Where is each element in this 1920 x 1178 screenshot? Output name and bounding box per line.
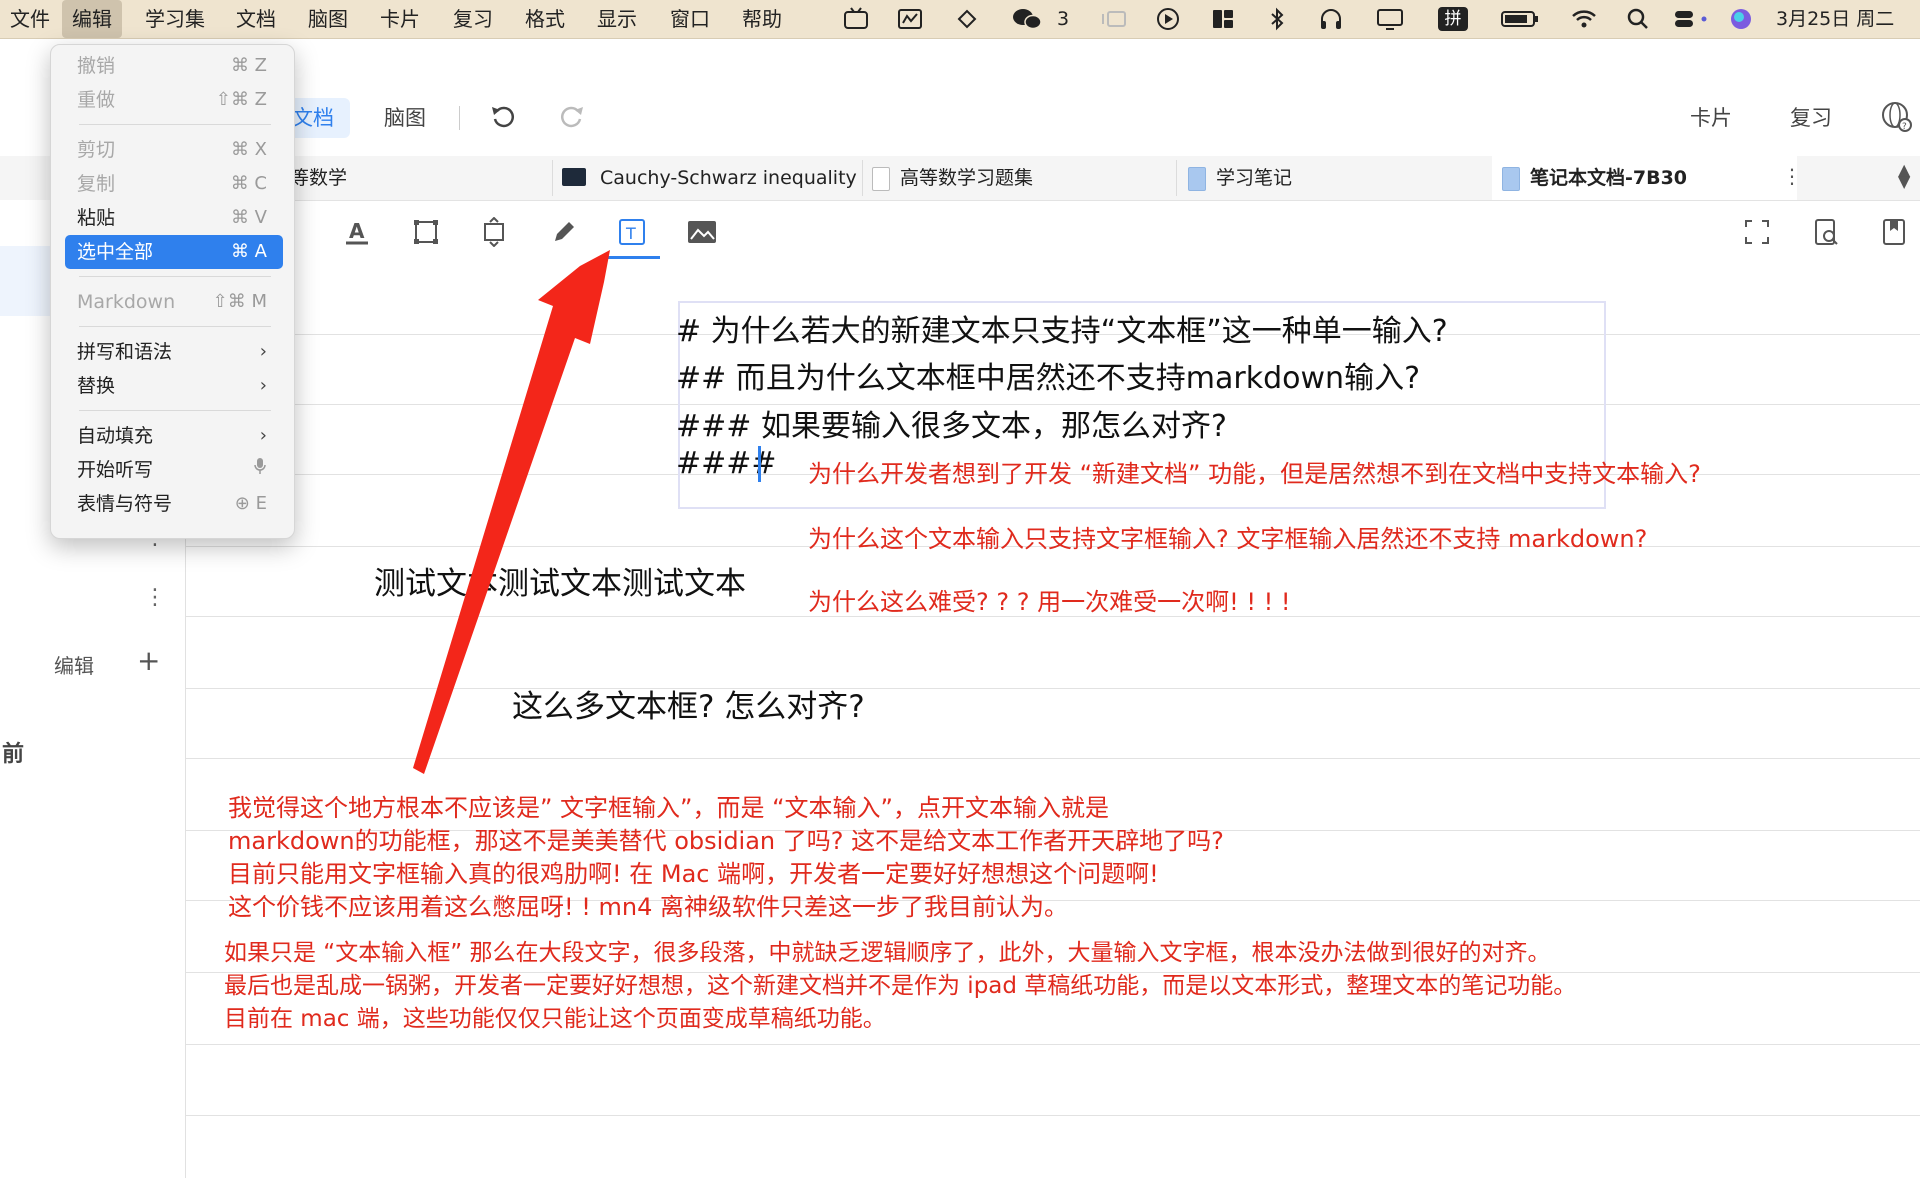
menu-cut-label: 剪切 [77,139,116,161]
menu-item-paste[interactable]: 粘贴 ⌘ V [65,201,283,235]
menu-item-markdown[interactable]: Markdown ⇧⌘ M [65,285,283,319]
menu-separator [79,124,271,125]
menu-spelling-label: 拼写和语法 [77,341,173,363]
menu-item-copy[interactable]: 复制 ⌘ C [65,167,283,201]
menu-substitutions-label: 替换 [77,375,116,397]
menu-copy-label: 复制 [77,173,116,195]
menu-markdown-shortcut: ⇧⌘ M [212,291,267,312]
menu-item-spelling[interactable]: 拼写和语法 › [65,335,283,369]
menu-item-dictation[interactable]: 开始听写 [65,453,283,487]
globe-icon: ⊕ [234,493,250,514]
menu-redo-shortcut: ⇧⌘ Z [215,89,267,110]
menu-item-autofill[interactable]: 自动填充 › [65,419,283,453]
menu-paste-label: 粘贴 [77,207,116,229]
menu-emoji-key: E [255,493,267,514]
menu-item-cut[interactable]: 剪切 ⌘ X [65,133,283,167]
menu-copy-shortcut: ⌘ C [230,173,267,194]
menu-item-emoji[interactable]: 表情与符号 ⊕ E [65,487,283,521]
menu-cut-shortcut: ⌘ X [230,139,267,160]
menu-item-substitutions[interactable]: 替换 › [65,369,283,403]
menu-emoji-label: 表情与符号 [77,493,173,515]
microphone-icon [253,453,267,487]
menu-separator [79,410,271,411]
menu-item-redo[interactable]: 重做 ⇧⌘ Z [65,83,283,117]
menu-undo-label: 撤销 [77,55,116,77]
menu-item-select-all[interactable]: 选中全部 ⌘ A [65,235,283,269]
menu-redo-label: 重做 [77,89,116,111]
menu-emoji-shortcut: ⊕ E [235,487,267,521]
chevron-right-icon: › [259,425,267,446]
chevron-right-icon: › [259,375,267,396]
menu-undo-shortcut: ⌘ Z [230,55,267,76]
menu-separator [79,276,271,277]
menu-paste-shortcut: ⌘ V [230,207,267,228]
menu-markdown-label: Markdown [77,291,176,313]
menu-autofill-label: 自动填充 [77,425,154,447]
edit-menu-dropdown: 撤销 ⌘ Z 重做 ⇧⌘ Z 剪切 ⌘ X 复制 ⌘ C 粘贴 ⌘ V 选中全部… [50,44,295,539]
menu-select-all-shortcut: ⌘ A [230,241,267,262]
menu-select-all-label: 选中全部 [77,241,154,263]
menu-dictation-label: 开始听写 [77,459,154,481]
menu-item-undo[interactable]: 撤销 ⌘ Z [65,49,283,83]
menu-separator [79,326,271,327]
chevron-right-icon: › [259,341,267,362]
